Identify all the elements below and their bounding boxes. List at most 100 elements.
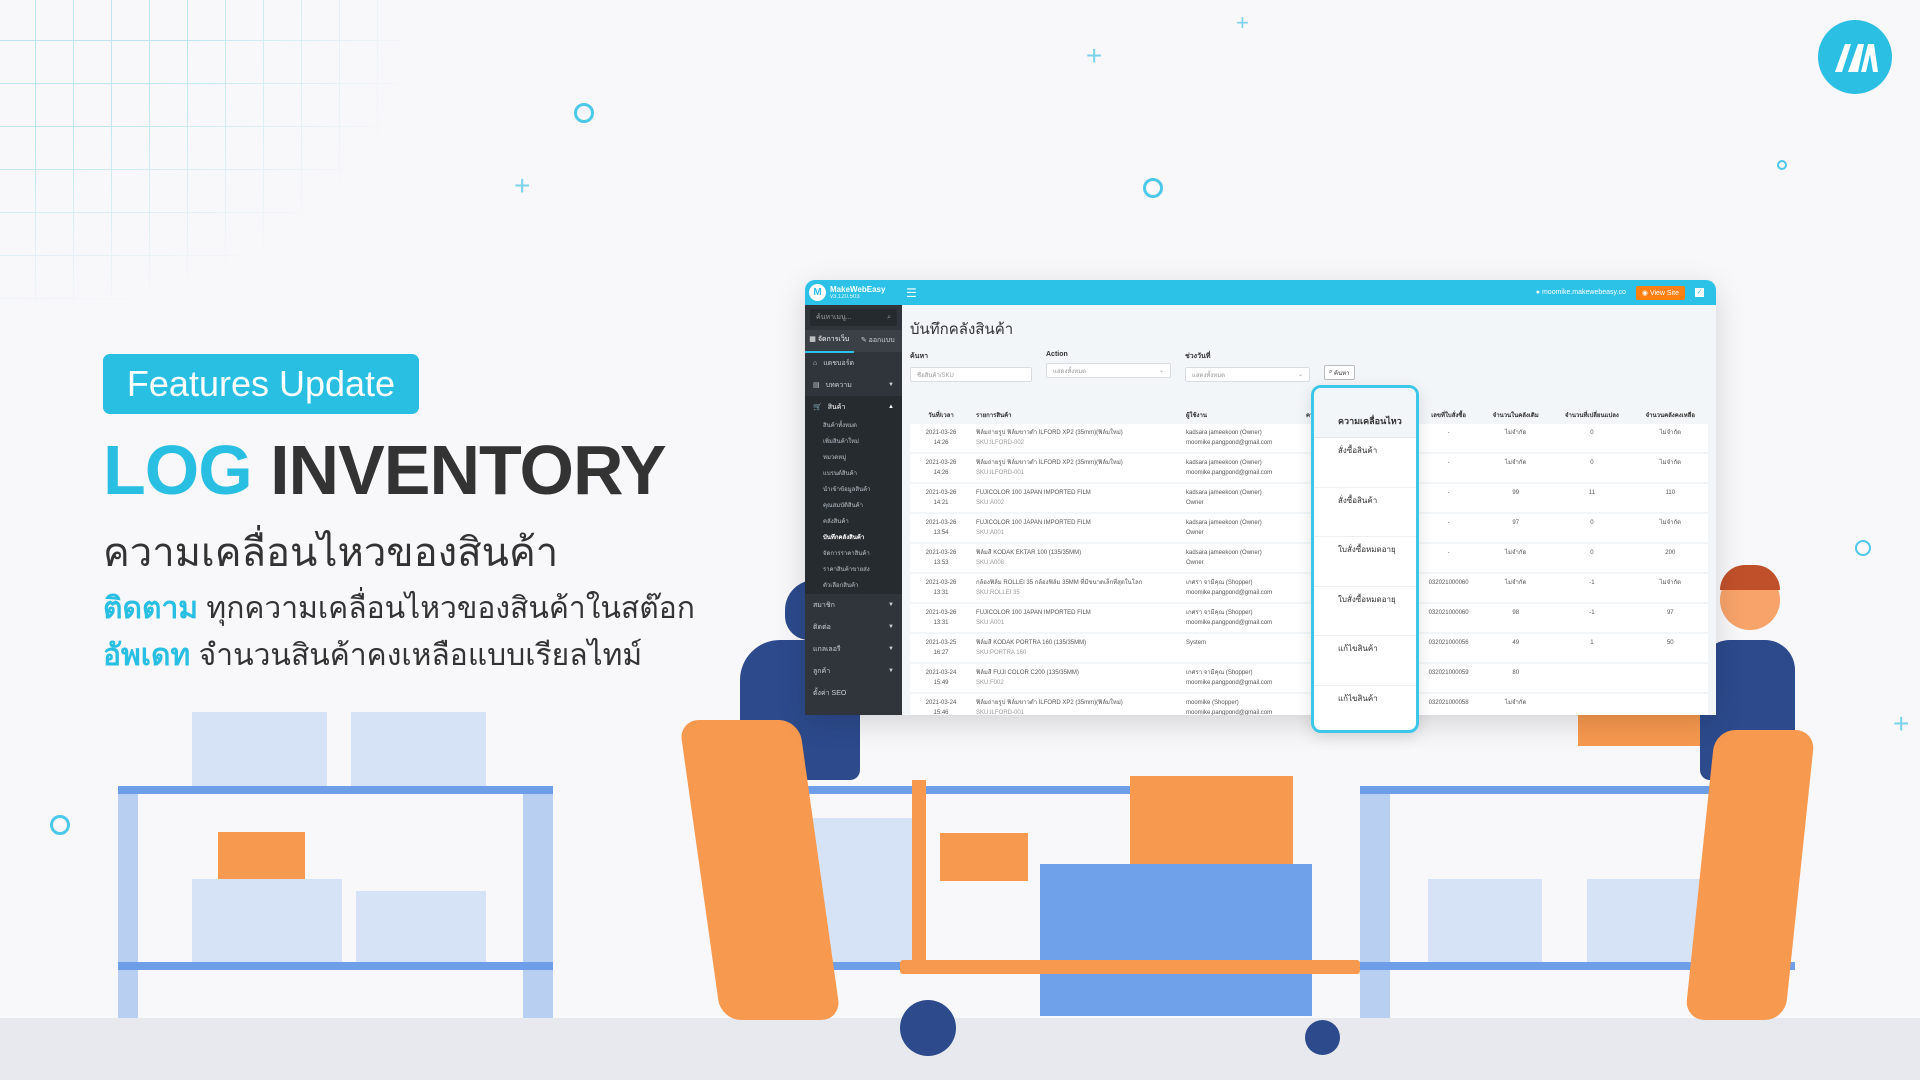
submenu-item[interactable]: ราคาสินค้าขายส่ง	[805, 562, 902, 578]
feature-text: จำนวนสินค้าคงเหลือแบบเรียลไทม์	[198, 639, 643, 672]
table-row[interactable]: 2021-03-26 13:53 ฟิล์มสี KODAK EKTAR 100 (…	[910, 543, 1708, 573]
stock-after-cell-text: ไม่จำกัด	[1659, 520, 1681, 526]
stock-after-cell-text: 97	[1666, 610, 1674, 616]
submenu-item[interactable]: หมวดหมู่	[805, 450, 902, 466]
table-row[interactable]: 2021-03-26 14:26 ฟิล์มถ่ายรูป ฟิล์มขาวดำ I…	[910, 453, 1708, 483]
shelf-post	[1360, 786, 1390, 1018]
tab-manage-web[interactable]: ▦ จัดการเว็บ	[805, 329, 854, 353]
submenu-item[interactable]: จัดการราคาสินค้า	[805, 546, 902, 562]
table-row[interactable]: 2021-03-26 14:21 FUJICOLOR 100 JAPAN IMPOR…	[910, 483, 1708, 513]
view-site-button[interactable]: ◉ View Site	[1635, 285, 1685, 300]
product-cell-text: FUJICOLOR 100 JAPAN IMPORTED FILM	[976, 490, 1091, 496]
date-time-cell: 2021-03-25 16:27	[910, 633, 972, 663]
sidebar-tabs: ▦ จัดการเว็บ ✎ ออกแบบ	[805, 329, 903, 353]
date-time-cell: 2021-03-24 15:46	[910, 693, 972, 715]
date-time-cell-text: 13:31	[933, 620, 949, 626]
tab-design[interactable]: ✎ ออกแบบ	[854, 330, 903, 352]
stock-before-cell: ไม่จำกัด	[1480, 693, 1551, 715]
date-range-label: ช่วงวันที่	[1185, 353, 1211, 360]
movement-highlight-card: ความเคลื่อนไหว สั่งซื้อสินค้า สั่งซื้อสิ…	[1311, 385, 1419, 733]
date-time-cell-text: 2021-03-26	[925, 460, 957, 466]
pallet-wheel	[900, 1000, 956, 1056]
product-cell: กล้องฟิล์ม ROLLEI 35 กล้องฟิล์ม 35MM ที่…	[972, 573, 1182, 603]
product-cell-text: SKU:A008	[976, 560, 1005, 566]
search-icon: ⌕	[1329, 369, 1333, 375]
date-time-cell-text: 2021-03-26	[925, 610, 957, 616]
action-select[interactable]: แสดงทั้งหมด ⌄	[1046, 363, 1171, 378]
checkbox-icon[interactable]: ✓	[1695, 288, 1704, 297]
stock-change-cell: 0	[1551, 513, 1632, 543]
movement-item: แก้ไขสินค้า	[1314, 686, 1416, 731]
submenu-item[interactable]: คลังสินค้า	[805, 514, 902, 530]
action-label: Action	[1046, 351, 1068, 358]
view-site-label: View Site	[1649, 289, 1679, 297]
stock-after-cell-text: ไม่จำกัด	[1659, 460, 1681, 466]
table-row[interactable]: 2021-03-26 13:31 กล้องฟิล์ม ROLLEI 35 กล้อ…	[910, 573, 1708, 603]
sidebar-item-seo[interactable]: ตั้งค่า SEO	[805, 682, 902, 704]
submenu-item[interactable]: สินค้าทั้งหมด	[805, 418, 902, 434]
stock-before-cell: ไม่จำกัด	[1480, 573, 1551, 603]
user-cell-text: Owner	[1186, 500, 1204, 506]
box	[356, 891, 486, 962]
date-time-cell-text: 2021-03-26	[925, 430, 957, 436]
feature-text: ทุกความเคลื่อนไหวของสินค้าในสต๊อก	[206, 592, 695, 625]
sidebar-item-customers[interactable]: ลูกค้า ▼	[805, 660, 902, 682]
product-cell: ฟิล์มถ่ายรูป ฟิล์มขาวดำ ILFORD XP2 (35mm…	[972, 424, 1182, 453]
table-row[interactable]: 2021-03-24 15:49 ฟิล์มสี FUJI COLOR C200 (…	[910, 663, 1708, 693]
table-row[interactable]: 2021-03-26 14:26 ฟิล์มถ่ายรูป ฟิล์มขาวดำ I…	[910, 424, 1708, 453]
col-header: รายการสินค้า	[976, 413, 1012, 419]
submenu-item-current[interactable]: บันทึกคลังสินค้า	[805, 530, 902, 546]
user-cell-text: kadsara jameekoon (Owner)	[1186, 460, 1262, 466]
cart-icon: 🛒	[813, 404, 822, 411]
stock-after-cell: ไม่จำกัด	[1633, 513, 1708, 543]
submenu-item[interactable]: คุณสมบัติสินค้า	[805, 498, 902, 514]
table-row[interactable]: 2021-03-26 13:54 FUJICOLOR 100 JAPAN IMPOR…	[910, 513, 1708, 543]
stock-change-cell: -1	[1551, 603, 1632, 633]
search-button[interactable]: ⌕ ค้นหา	[1324, 365, 1355, 380]
stock-before-cell-text: 98	[1512, 610, 1520, 616]
sidebar-item-dashboard[interactable]: ⌂ แดชบอร์ด	[805, 352, 902, 374]
stock-before-cell-text: 80	[1512, 670, 1520, 676]
site-link[interactable]: ● moomike.makewebeasy.co	[1536, 289, 1626, 296]
product-cell-text: SKU:F002	[976, 680, 1004, 686]
chevron-down-icon: ▼	[888, 382, 894, 388]
table-row[interactable]: 2021-03-25 16:27 ฟิล์มสี KODAK PORTRA 160 …	[910, 633, 1708, 663]
stock-after-cell: 200	[1633, 543, 1708, 573]
submenu-item[interactable]: แบรนด์สินค้า	[805, 466, 902, 482]
chevron-down-icon: ⌄	[1158, 368, 1164, 374]
order-number-cell-text: -	[1447, 490, 1450, 496]
date-time-cell: 2021-03-26 13:53	[910, 543, 972, 573]
shelf-bar	[118, 962, 553, 970]
box	[1587, 879, 1707, 962]
user-cell: kadsara jameekoon (Owner) Owner	[1182, 513, 1302, 543]
brand[interactable]: M MakeWebEasy v3.120.503	[805, 284, 902, 301]
user-cell-text: เกศรา จามีคุณ (Shopper)	[1186, 610, 1253, 616]
product-cell-text: ฟิล์มถ่ายรูป ฟิล์มขาวดำ ILFORD XP2 (35mm…	[976, 430, 1123, 436]
article-icon: ▤	[813, 382, 820, 389]
stock-before-cell: ไม่จำกัด	[1480, 424, 1551, 453]
stock-change-cell-text: -1	[1589, 580, 1595, 586]
stock-change-cell-text: 0	[1590, 460, 1594, 466]
product-cell-text: SKU:A001	[976, 530, 1005, 536]
sidebar-item-members[interactable]: สมาชิก ▼	[805, 594, 902, 616]
menu-search-input[interactable]: ค้นหาเมนู... ⌕	[810, 309, 897, 326]
sidebar-item-contact[interactable]: ติดต่อ ▼	[805, 616, 902, 638]
date-time-cell: 2021-03-26 14:21	[910, 483, 972, 513]
hamburger-menu-icon[interactable]: ☰	[906, 286, 917, 300]
order-number-cell-text: 032021000060	[1428, 610, 1469, 616]
sidebar-item-label: ลูกค้า	[813, 667, 831, 675]
product-cell-text: ฟิล์มสี FUJI COLOR C200 (135/35MM)	[976, 670, 1079, 676]
sidebar-item-products[interactable]: 🛒 สินค้า ▲	[805, 396, 902, 418]
product-search-input[interactable]: ชื่อสินค้า/SKU	[910, 367, 1032, 382]
submenu-item[interactable]: ตัวเลือกสินค้า	[805, 578, 902, 594]
table-row[interactable]: 2021-03-26 13:31 FUJICOLOR 100 JAPAN IMPOR…	[910, 603, 1708, 633]
pallet-jack	[900, 960, 1360, 974]
table-row[interactable]: 2021-03-24 15:46 ฟิล์มถ่ายรูป ฟิล์มขาวดำ I…	[910, 693, 1708, 715]
stock-change-cell: 0	[1551, 543, 1632, 573]
sidebar-item-articles[interactable]: ▤ บทความ ▼	[805, 374, 902, 396]
submenu-item[interactable]: เพิ่มสินค้าใหม่	[805, 434, 902, 450]
date-range-select[interactable]: แสดงทั้งหมด ⌄	[1185, 367, 1310, 382]
sidebar-item-gallery[interactable]: แกลเลอรี ▼	[805, 638, 902, 660]
date-time-cell-text: 2021-03-26	[925, 580, 957, 586]
submenu-item[interactable]: นำเข้าข้อมูลสินค้า	[805, 482, 902, 498]
